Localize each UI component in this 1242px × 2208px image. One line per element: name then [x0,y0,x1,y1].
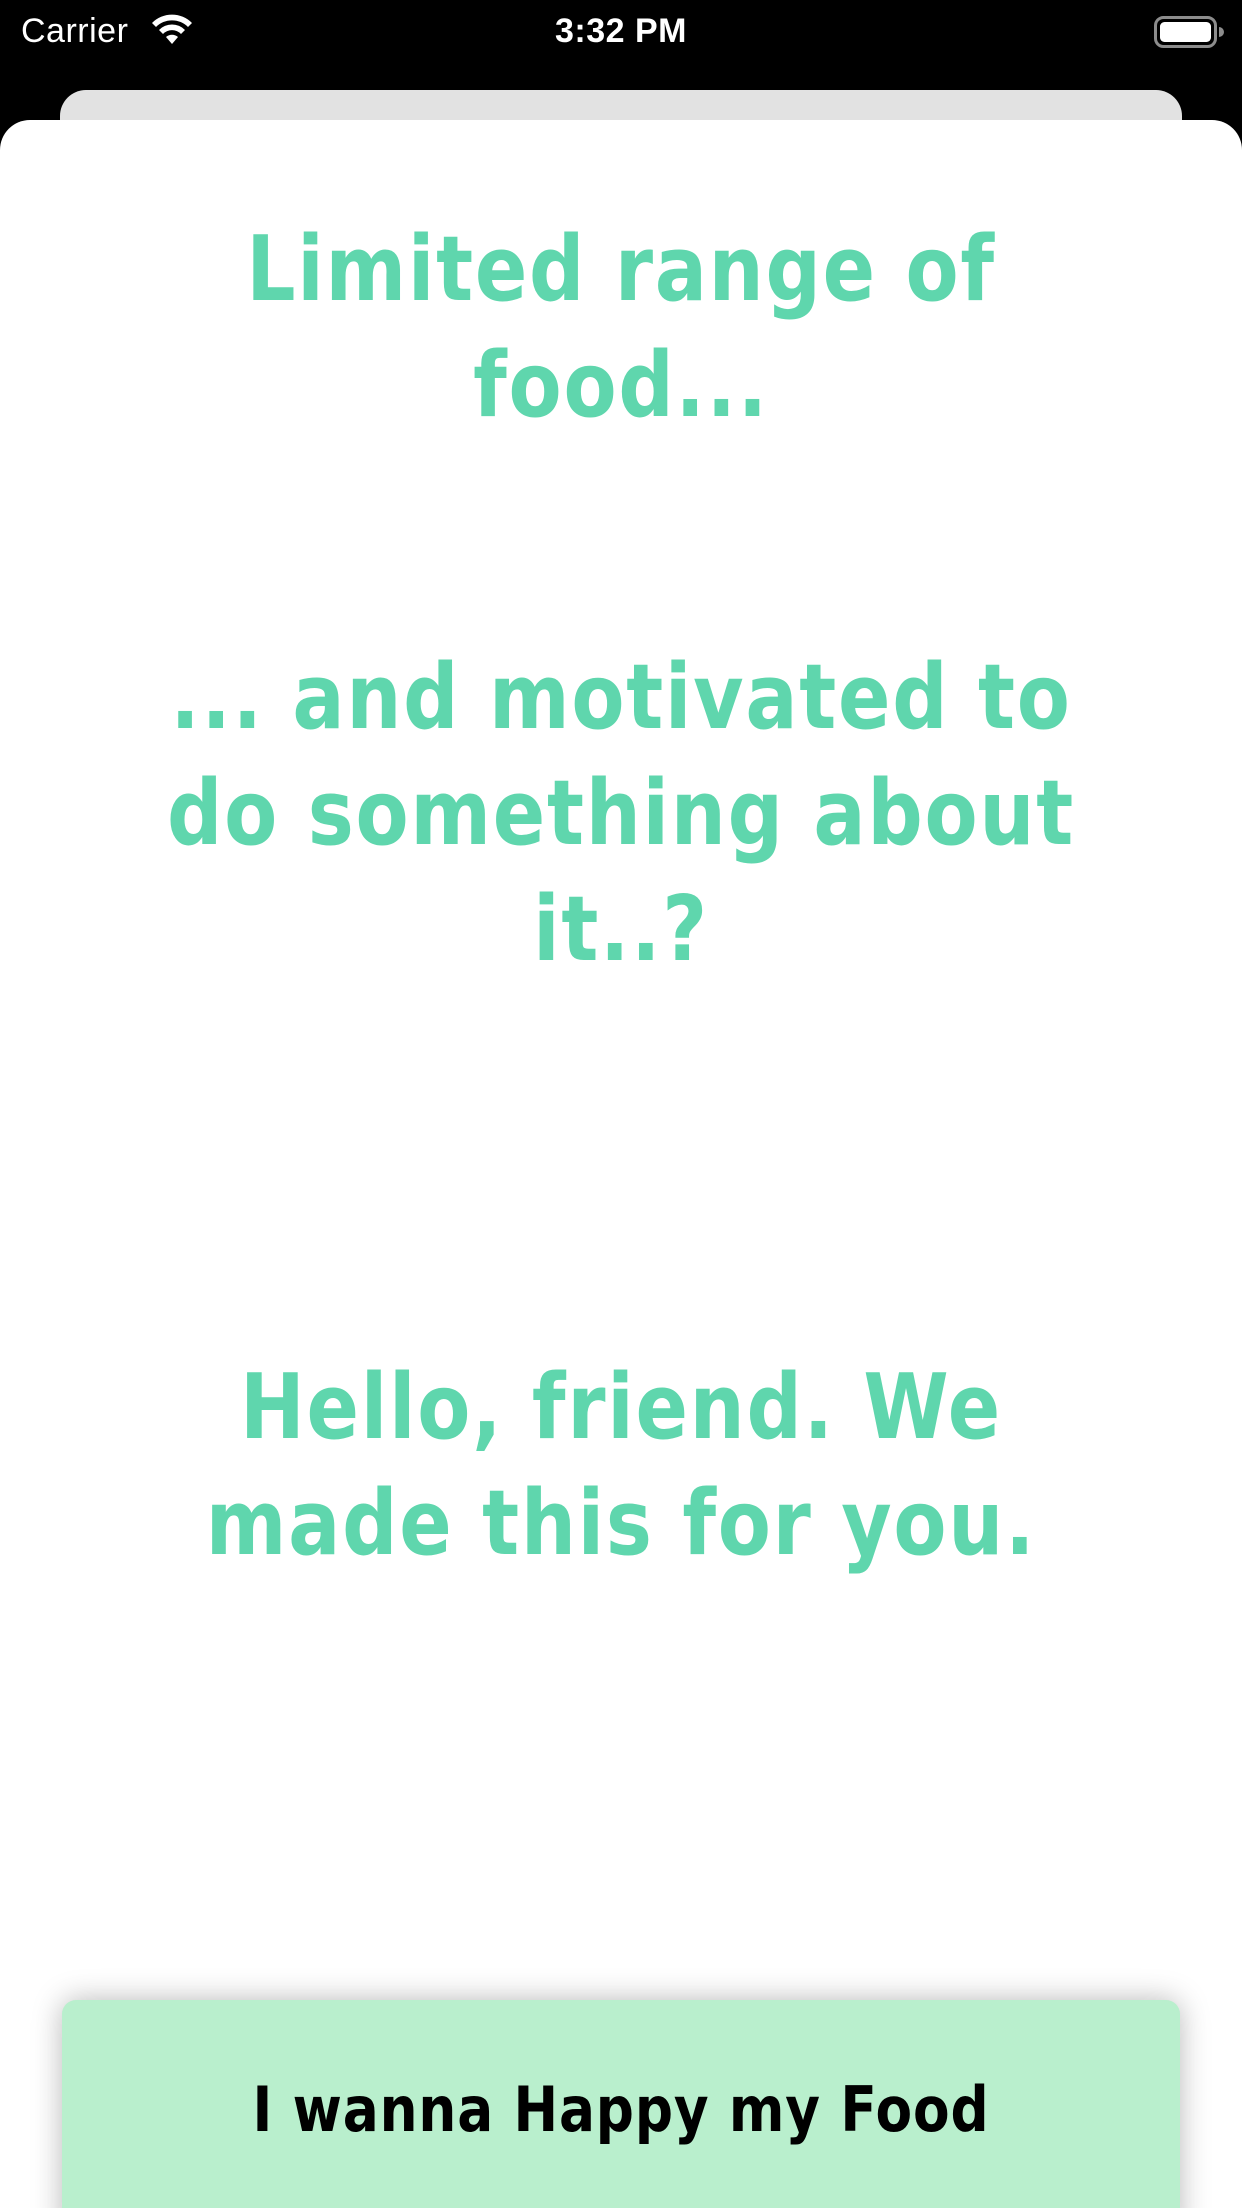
headline-hello-friend: Hello, friend. We made this for you. [205,1355,1037,1576]
happy-my-food-button-label: I wanna Happy my Food [252,2073,990,2146]
battery-full-icon [1154,16,1224,48]
app-screen: Carrier 3:32 PM Limited range of food...… [0,0,1242,2208]
modal-sheet: Limited range of food... ... and motivat… [0,120,1242,2208]
happy-my-food-button[interactable]: I wanna Happy my Food [62,2000,1180,2208]
headline-limited-range: Limited range of food... [246,217,996,438]
status-bar: Carrier 3:32 PM [0,0,1242,62]
status-time: 3:32 PM [555,12,687,50]
headline-motivated: ... and motivated to do something about … [167,645,1075,982]
